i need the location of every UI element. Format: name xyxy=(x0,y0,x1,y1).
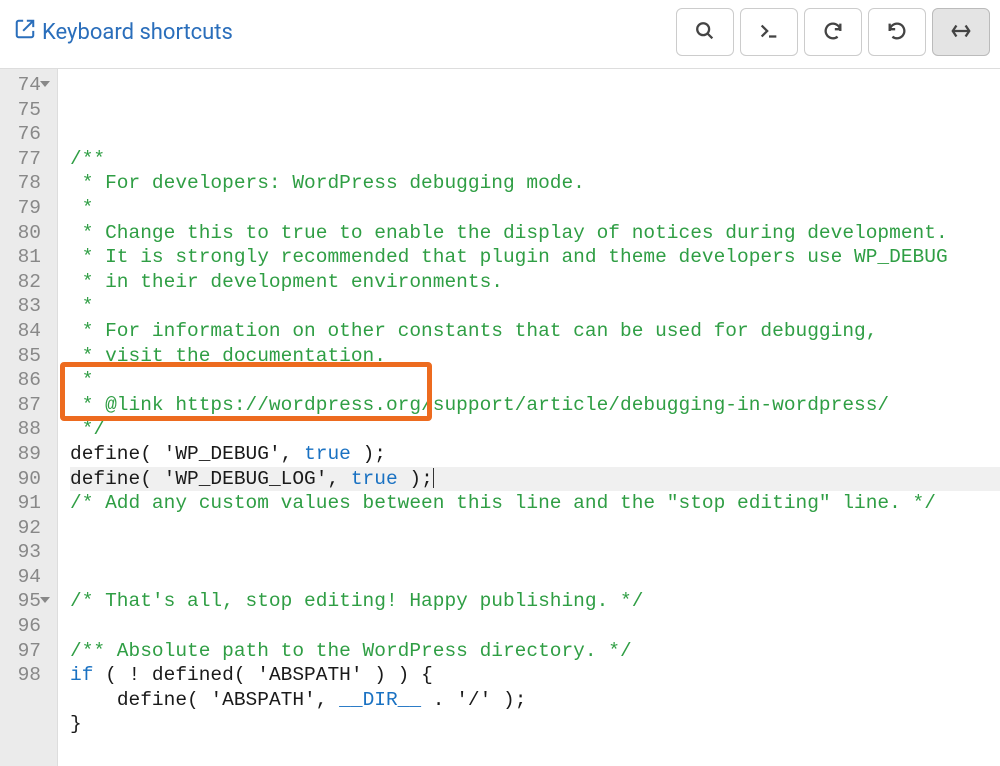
line-number: 74 xyxy=(0,73,51,98)
undo-icon xyxy=(822,20,844,45)
line-number: 80 xyxy=(0,221,51,246)
line-number: 87 xyxy=(0,393,51,418)
line-number: 83 xyxy=(0,294,51,319)
code-line[interactable]: * For developers: WordPress debugging mo… xyxy=(70,171,1000,196)
line-number: 89 xyxy=(0,442,51,467)
wrap-icon xyxy=(950,20,972,45)
terminal-icon xyxy=(758,20,780,45)
line-number: 77 xyxy=(0,147,51,172)
external-link-icon xyxy=(14,18,36,46)
line-number: 75 xyxy=(0,98,51,123)
terminal-button[interactable] xyxy=(740,8,798,56)
code-line[interactable]: } xyxy=(70,712,1000,737)
text-cursor xyxy=(433,468,435,488)
search-button[interactable] xyxy=(676,8,734,56)
code-editor[interactable]: 7475767778798081828384858687888990919293… xyxy=(0,69,1000,766)
code-line[interactable] xyxy=(70,737,1000,762)
line-number: 92 xyxy=(0,516,51,541)
line-number: 97 xyxy=(0,639,51,664)
redo-icon xyxy=(886,20,908,45)
line-number: 90 xyxy=(0,467,51,492)
code-line[interactable]: * xyxy=(70,196,1000,221)
line-number: 98 xyxy=(0,663,51,688)
code-line[interactable]: * @link https://wordpress.org/support/ar… xyxy=(70,393,1000,418)
search-icon xyxy=(694,20,716,45)
code-line[interactable]: */ xyxy=(70,417,1000,442)
redo-button[interactable] xyxy=(868,8,926,56)
code-line[interactable]: * It is strongly recommended that plugin… xyxy=(70,245,1000,270)
code-line[interactable] xyxy=(70,565,1000,590)
line-number: 93 xyxy=(0,540,51,565)
keyboard-shortcuts-label: Keyboard shortcuts xyxy=(42,20,233,45)
code-line[interactable]: * xyxy=(70,368,1000,393)
line-number: 81 xyxy=(0,245,51,270)
code-line[interactable] xyxy=(70,516,1000,541)
editor-toolbar: Keyboard shortcuts xyxy=(0,0,1000,69)
undo-button[interactable] xyxy=(804,8,862,56)
line-number: 96 xyxy=(0,614,51,639)
code-line[interactable]: * Change this to true to enable the disp… xyxy=(70,221,1000,246)
line-number: 79 xyxy=(0,196,51,221)
line-number: 84 xyxy=(0,319,51,344)
line-number: 88 xyxy=(0,417,51,442)
toolbar-button-group xyxy=(676,8,990,56)
code-line[interactable]: /* That's all, stop editing! Happy publi… xyxy=(70,589,1000,614)
code-line[interactable]: * For information on other constants tha… xyxy=(70,319,1000,344)
code-line[interactable]: * in their development environments. xyxy=(70,270,1000,295)
code-line[interactable]: /* Add any custom values between this li… xyxy=(70,491,1000,516)
line-number: 94 xyxy=(0,565,51,590)
line-number: 95 xyxy=(0,589,51,614)
code-line[interactable]: define( 'WP_DEBUG_LOG', true ); xyxy=(70,467,1000,492)
line-number: 91 xyxy=(0,491,51,516)
code-line[interactable]: define( 'WP_DEBUG', true ); xyxy=(70,442,1000,467)
code-line[interactable]: /** xyxy=(70,147,1000,172)
code-line[interactable]: if ( ! defined( 'ABSPATH' ) ) { xyxy=(70,663,1000,688)
code-line[interactable]: * visit the documentation. xyxy=(70,344,1000,369)
wrap-button[interactable] xyxy=(932,8,990,56)
code-line[interactable]: /** Absolute path to the WordPress direc… xyxy=(70,639,1000,664)
line-number: 82 xyxy=(0,270,51,295)
code-line[interactable]: * xyxy=(70,294,1000,319)
line-number: 86 xyxy=(0,368,51,393)
keyboard-shortcuts-link[interactable]: Keyboard shortcuts xyxy=(14,18,233,46)
code-line[interactable]: define( 'ABSPATH', __DIR__ . '/' ); xyxy=(70,688,1000,713)
line-number: 78 xyxy=(0,171,51,196)
line-number: 76 xyxy=(0,122,51,147)
code-content[interactable]: /** * For developers: WordPress debuggin… xyxy=(58,69,1000,766)
code-line[interactable] xyxy=(70,614,1000,639)
line-number-gutter: 7475767778798081828384858687888990919293… xyxy=(0,69,58,766)
code-line[interactable] xyxy=(70,540,1000,565)
line-number: 85 xyxy=(0,344,51,369)
